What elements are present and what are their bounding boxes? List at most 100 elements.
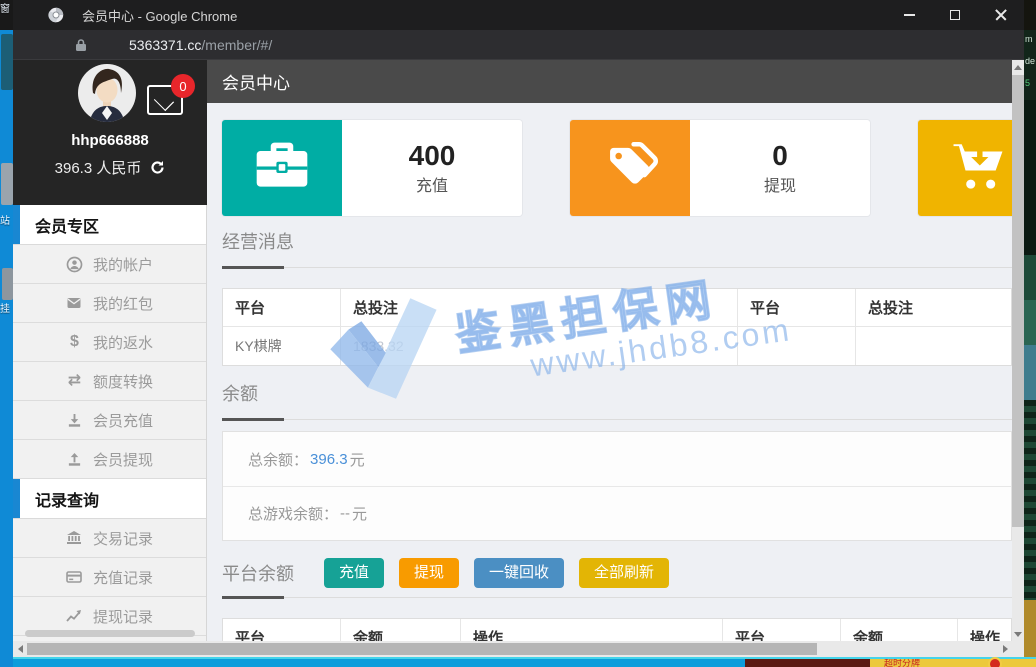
business-section-title: 经营消息 [222,230,1012,254]
window-title: 会员中心 - Google Chrome [82,6,237,25]
cart-stat-card [918,120,1012,216]
desktop-window-fragment [745,659,870,667]
minimize-icon [904,14,915,16]
sidebar-item-member-withdraw[interactable]: 会员提现 [13,440,206,479]
desktop-left-edge: 窗 站 挂 [0,0,13,667]
game-balance-label: 总游戏余额： [248,503,338,524]
platform-section-title: 平台余额 [222,560,294,586]
column-header: 余额 [841,619,958,641]
column-header: 平台 [223,619,341,641]
sidebar-item-label: 提现记录 [93,606,153,627]
cart-icon [949,137,1007,200]
url-domain: 5363371.cc [129,37,201,53]
withdraw-button[interactable]: 提现 [399,558,459,588]
sidebar-item-my-redpacket[interactable]: 我的红包 [13,284,206,323]
total-balance-label: 总余额： [248,449,308,470]
address-bar[interactable]: 5363371.cc/member/#/ [13,30,1024,60]
envelope-icon [66,295,83,312]
deposit-button[interactable]: 充值 [324,558,384,588]
vertical-scrollbar-thumb[interactable] [1012,75,1024,527]
chrome-logo-icon [48,7,64,23]
close-icon [995,9,1007,21]
maximize-icon [950,10,960,20]
desktop-icon-label-fragment: 站 [0,212,10,227]
sidebar-item-quota-transfer[interactable]: ⇄ 额度转换 [13,362,206,401]
total-bet-cell [856,326,1011,365]
sidebar-section-member: 会员专区 [13,205,206,245]
column-header: 操作 [958,619,1011,641]
game-balance-value: -- [340,505,350,522]
desktop-recycle-bin-fragment [1,163,13,205]
balance-box: 总余额： 396.3 元 总游戏余额： -- 元 [222,431,1012,541]
desktop-icon-fragment [2,268,13,300]
sidebar: 0 hhp666888 396.3 人民币 会员专区 [13,60,207,641]
one-key-recycle-button[interactable]: 一键回收 [474,558,564,588]
username: hhp666888 [13,132,207,149]
page-title: 会员中心 [222,69,290,94]
sidebar-item-transaction-records[interactable]: 交易记录 [13,519,206,558]
close-button[interactable] [978,0,1024,30]
sidebar-scrollbar-thumb[interactable] [25,630,195,637]
sidebar-item-label: 额度转换 [93,371,153,392]
sidebar-item-member-deposit[interactable]: 会员充值 [13,401,206,440]
deposit-icon [66,412,83,429]
mail-badge: 0 [171,74,195,98]
platform-cell [738,326,856,365]
total-balance-value: 396.3 [310,451,348,468]
bank-icon [66,530,83,547]
sidebar-item-deposit-records[interactable]: 充值记录 [13,558,206,597]
transfer-icon: ⇄ [66,373,83,390]
refresh-all-button[interactable]: 全部刷新 [579,558,669,588]
dollar-icon: $ [66,334,83,351]
sidebar-item-my-account[interactable]: 我的帐户 [13,245,206,284]
sidebar-item-label: 会员充值 [93,410,153,431]
scroll-left-arrow[interactable] [13,641,27,657]
briefcase-icon [252,136,312,201]
maximize-button[interactable] [932,0,978,30]
scroll-right-arrow[interactable] [998,641,1012,657]
sidebar-item-label: 充值记录 [93,567,153,588]
horizontal-scrollbar[interactable] [13,641,1012,657]
stat-cards: 400 充值 [222,120,1012,216]
vertical-scrollbar[interactable] [1012,60,1024,641]
refresh-icon[interactable] [150,160,165,175]
sidebar-section-records: 记录查询 [13,479,206,519]
avatar [77,63,137,123]
column-header: 总投注 [856,289,1011,326]
business-table: 平台 总投注 平台 总投注 KY棋牌 1833.32 [222,288,1012,366]
desktop-icon-label-fragment: 挂 [0,300,10,315]
deposit-stat-card: 400 充值 [222,120,522,216]
chrome-window: 会员中心 - Google Chrome 5363371.cc/member/#… [13,0,1024,657]
desktop-right-edge: m de 5 [1024,0,1036,667]
desktop-icon-fragment [1,34,13,90]
horizontal-scrollbar-thumb[interactable] [27,643,817,655]
url-path: /member/#/ [201,37,272,53]
minimize-button[interactable] [886,0,932,30]
account-balance: 396.3 人民币 [55,157,142,178]
sidebar-item-my-rebate[interactable]: $ 我的返水 [13,323,206,362]
column-header: 平台 [223,289,341,326]
window-titlebar: 会员中心 - Google Chrome [13,0,1024,30]
lock-icon[interactable] [75,38,87,52]
scrollbar-corner [1012,641,1024,657]
screen: 窗 站 挂 m de 5 超时分牌 [0,0,1036,667]
sidebar-item-label: 我的帐户 [93,254,153,275]
withdraw-label: 提现 [764,172,796,196]
platform-cell: KY棋牌 [223,326,341,365]
desktop-icon-fragment: 窗 [0,2,10,18]
page-header: 会员中心 [207,60,1012,103]
desktop-text-fragment: m [1025,34,1033,44]
desktop-bottom-edge: 超时分牌 [13,657,1036,667]
chart-icon [66,608,83,625]
scroll-up-arrow[interactable] [1012,60,1024,74]
desktop-text-fragment: 5 [1025,78,1030,88]
game-balance-unit: 元 [352,503,367,524]
scroll-down-arrow[interactable] [1012,627,1024,641]
profile-panel: 0 hhp666888 396.3 人民币 [13,60,207,205]
deposit-label: 充值 [416,172,448,196]
table-row: KY棋牌 1833.32 [223,326,1011,365]
desktop-text-fragment: de [1025,56,1035,66]
withdraw-stat-card: 0 提现 [570,120,870,216]
content-body: 400 充值 [207,103,1012,641]
user-icon [66,256,83,273]
